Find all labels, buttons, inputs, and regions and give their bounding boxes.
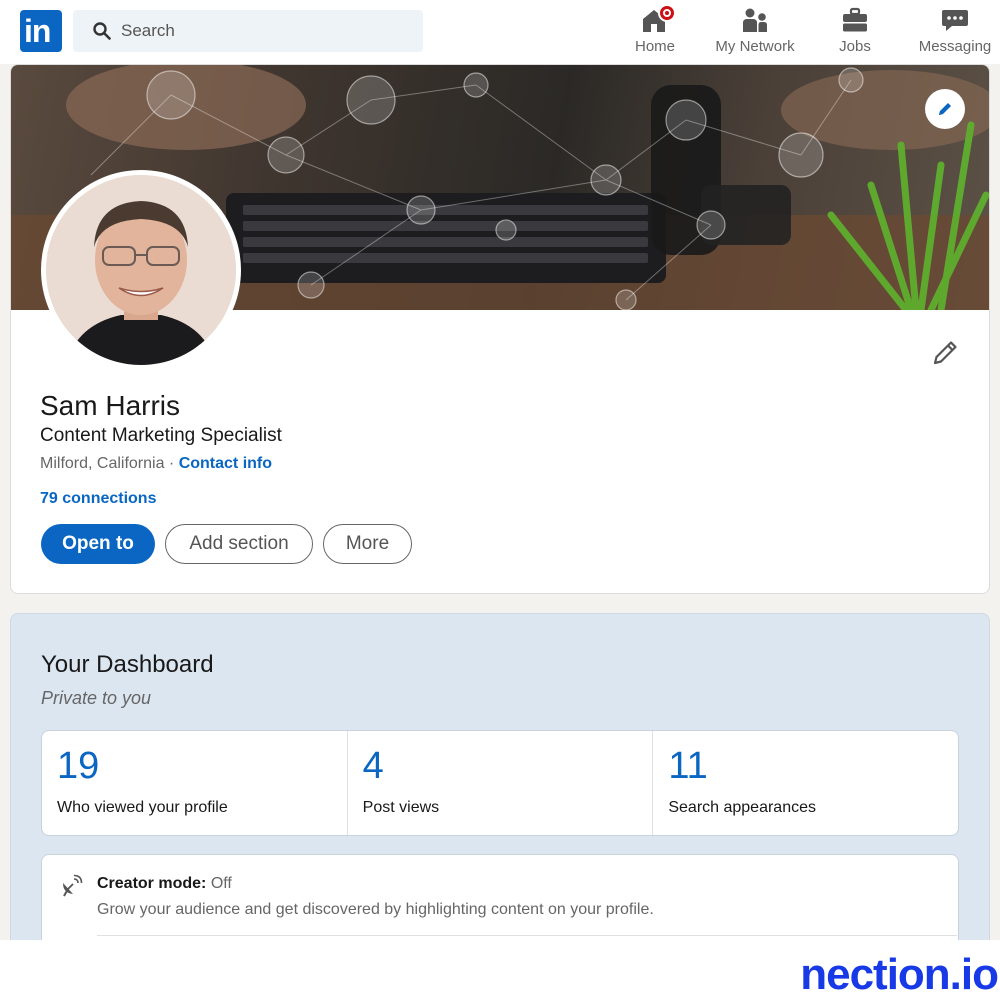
divider bbox=[97, 935, 957, 936]
nav-my-network-label: My Network bbox=[715, 38, 795, 55]
creator-mode-description: Grow your audience and get discovered by… bbox=[97, 901, 654, 918]
creator-mode-row[interactable]: Creator mode: Off Grow your audience and… bbox=[41, 854, 959, 952]
add-section-button[interactable]: Add section bbox=[165, 524, 313, 564]
nav-messaging-label: Messaging bbox=[918, 38, 992, 55]
search-input[interactable] bbox=[121, 10, 411, 52]
notification-badge bbox=[658, 4, 676, 22]
pencil-icon bbox=[939, 103, 951, 115]
stat-label: Search appearances bbox=[668, 799, 816, 816]
avatar-portrait bbox=[46, 175, 236, 365]
nav-home[interactable]: Home bbox=[620, 4, 690, 60]
more-button[interactable]: More bbox=[323, 524, 412, 564]
profile-card: Sam Harris Content Marketing Specialist … bbox=[10, 64, 990, 594]
profile-headline: Content Marketing Specialist bbox=[40, 425, 282, 446]
nav-home-label: Home bbox=[634, 38, 675, 55]
nav-messaging[interactable]: Messaging bbox=[910, 4, 1000, 60]
avatar bbox=[46, 175, 236, 365]
stat-value: 11 bbox=[668, 745, 708, 787]
satellite-dish-icon bbox=[63, 874, 83, 897]
open-to-button[interactable]: Open to bbox=[41, 524, 155, 564]
stat-value: 4 bbox=[362, 745, 384, 787]
people-icon bbox=[743, 8, 767, 32]
dashboard-title: Your Dashboard bbox=[41, 651, 214, 678]
search-icon bbox=[93, 22, 111, 40]
top-navigation: in Home My Network Jobs bbox=[0, 0, 1000, 64]
pencil-icon bbox=[933, 341, 957, 365]
stat-post-views[interactable]: 4 Post views bbox=[348, 731, 654, 835]
edit-intro-button[interactable] bbox=[927, 335, 963, 371]
separator: · bbox=[164, 455, 179, 472]
nav-jobs-label: Jobs bbox=[839, 38, 871, 55]
dashboard-card: Your Dashboard Private to you 19 Who vie… bbox=[10, 613, 990, 953]
briefcase-icon bbox=[843, 7, 867, 32]
profile-location: Milford, California bbox=[40, 455, 165, 472]
chat-icon bbox=[942, 10, 968, 31]
stat-label: Post views bbox=[362, 799, 440, 816]
stat-profile-views[interactable]: 19 Who viewed your profile bbox=[42, 731, 348, 835]
logo-text: in bbox=[24, 13, 51, 49]
watermark-logo: nection.io bbox=[800, 950, 999, 999]
nav-jobs[interactable]: Jobs bbox=[820, 4, 890, 60]
creator-mode-label: Creator mode: bbox=[97, 875, 207, 892]
stat-value: 19 bbox=[57, 745, 100, 787]
search-bar[interactable] bbox=[73, 10, 423, 52]
connections-link[interactable]: 79 connections bbox=[40, 490, 156, 508]
stat-label: Who viewed your profile bbox=[57, 799, 228, 816]
contact-info-link[interactable]: Contact info bbox=[179, 455, 272, 472]
stat-search-appearances[interactable]: 11 Search appearances bbox=[653, 731, 958, 835]
dashboard-stats: 19 Who viewed your profile 4 Post views … bbox=[41, 730, 959, 836]
profile-photo[interactable] bbox=[41, 170, 241, 370]
nav-my-network[interactable]: My Network bbox=[704, 4, 806, 60]
creator-mode-status: Off bbox=[210, 875, 232, 892]
linkedin-logo[interactable]: in bbox=[20, 10, 62, 52]
profile-name: Sam Harris bbox=[40, 390, 181, 421]
creator-mode-title: Creator mode: Off bbox=[97, 875, 232, 893]
edit-cover-button[interactable] bbox=[925, 89, 965, 129]
dashboard-subtitle: Private to you bbox=[41, 688, 152, 708]
location-line: Milford, California · Contact info bbox=[40, 455, 272, 473]
